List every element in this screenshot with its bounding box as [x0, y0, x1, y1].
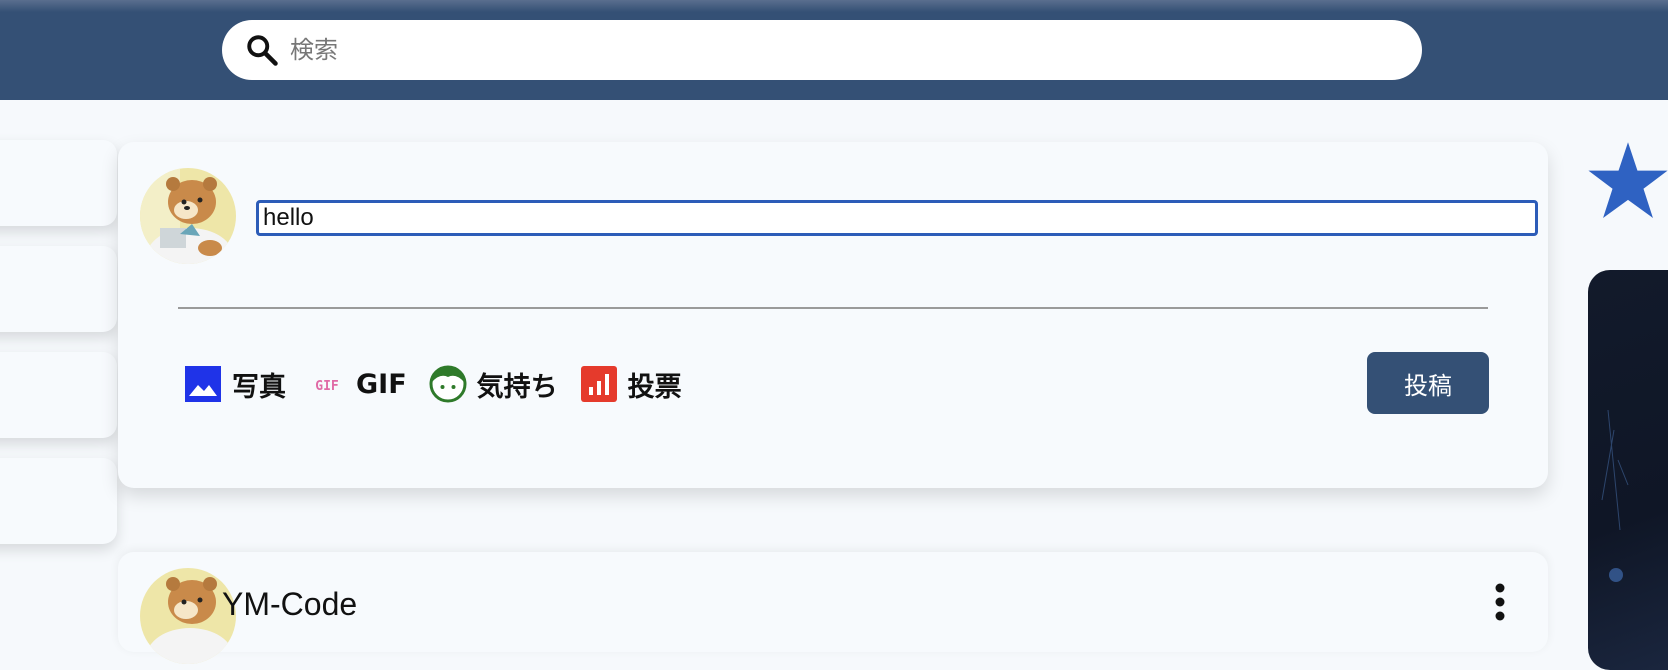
sidebar-card[interactable] — [0, 458, 117, 544]
gif-icon: GIF — [315, 379, 339, 394]
poll-icon — [580, 366, 617, 402]
post-composer: 写真 GIF GIF 気持ち 投票 投 — [118, 142, 1548, 488]
feeling-face-icon — [429, 365, 467, 403]
banner-image — [1601, 409, 1629, 582]
star-icon[interactable] — [1585, 138, 1668, 224]
avatar[interactable] — [140, 168, 236, 264]
top-bar — [0, 0, 1668, 100]
avatar-bear-image — [140, 168, 236, 264]
feeling-action-button[interactable]: 気持ち — [429, 365, 558, 404]
poll-action-button[interactable]: 投票 — [580, 365, 682, 404]
photo-action-label: 写真 — [232, 371, 286, 403]
feed-post-card: YM-Code — [118, 552, 1548, 664]
feeling-action-label: 気持ち — [476, 371, 558, 403]
promo-banner[interactable] — [1588, 270, 1668, 670]
more-options-icon[interactable] — [1494, 582, 1506, 622]
sidebar-card[interactable] — [0, 246, 117, 332]
search-input[interactable] — [288, 35, 1372, 65]
post-input[interactable] — [256, 200, 1538, 236]
photo-action-button[interactable]: 写真 — [184, 365, 286, 404]
post-actions: 写真 GIF GIF 気持ち 投票 — [184, 362, 704, 406]
sidebar-card[interactable] — [0, 140, 117, 226]
photo-icon — [185, 366, 221, 402]
gif-action-button[interactable]: GIF GIF — [308, 365, 407, 403]
poll-action-label: 投票 — [627, 371, 682, 403]
search-icon — [247, 35, 278, 66]
sidebar-card[interactable] — [0, 352, 117, 438]
search-bar[interactable] — [222, 20, 1422, 80]
gif-action-label: GIF — [356, 368, 407, 400]
post-author-name[interactable]: YM-Code — [222, 586, 357, 623]
post-button[interactable]: 投稿 — [1367, 352, 1489, 414]
divider — [178, 307, 1488, 309]
svg-text:GIF: GIF — [315, 379, 339, 394]
